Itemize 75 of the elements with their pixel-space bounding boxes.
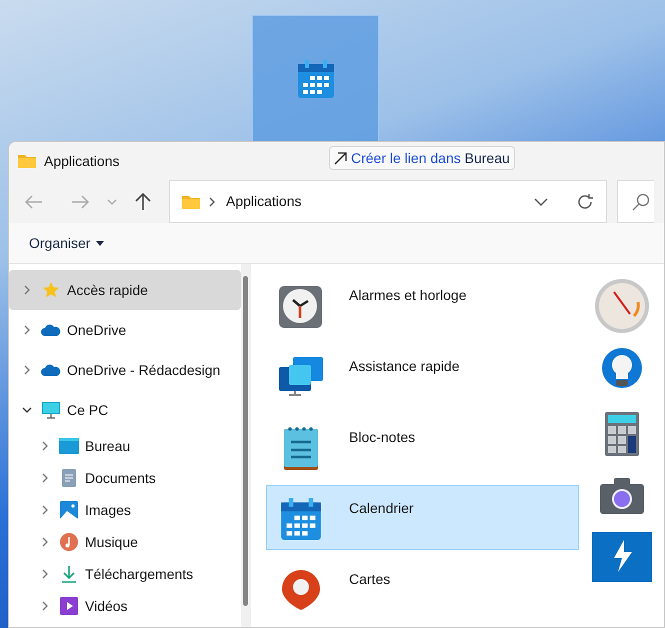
sidebar-item[interactable]: OneDrive	[9, 310, 241, 350]
download-icon	[61, 565, 77, 583]
scrollbar-thumb[interactable]	[243, 276, 248, 606]
folder-icon	[182, 194, 200, 209]
sidebar-item[interactable]: Documents	[9, 462, 241, 494]
sidebar-item[interactable]: Vidéos	[9, 590, 241, 622]
sidebar-item[interactable]: Musique	[9, 526, 241, 558]
calendar-icon	[298, 60, 334, 98]
sidebar-item[interactable]: Téléchargements	[9, 558, 241, 590]
alarm-clock-icon	[279, 284, 323, 328]
monitor-icon	[42, 402, 60, 418]
cloud-icon	[41, 324, 61, 336]
sidebar-label: Accès rapide	[67, 280, 148, 300]
app-name: Cartes	[349, 570, 390, 589]
search-field[interactable]	[617, 180, 654, 224]
sidebar-label: Images	[85, 500, 131, 520]
refresh-icon[interactable]	[576, 192, 594, 211]
app-tile[interactable]: Bloc-notes	[266, 414, 579, 479]
chevron-down-icon[interactable]	[534, 198, 548, 206]
app-tile[interactable]: Calendrier	[266, 485, 579, 550]
calendar-icon	[281, 498, 321, 540]
chevron-right-icon[interactable]	[42, 601, 48, 611]
chevron-right-icon	[209, 196, 215, 207]
sidebar-item[interactable]: Accès rapide	[9, 270, 241, 310]
gauge-icon	[594, 278, 650, 334]
app-name: Alarmes et horloge	[349, 286, 467, 305]
app-tile[interactable]: Assistance rapide	[266, 343, 579, 408]
video-icon	[60, 597, 78, 615]
app-tile[interactable]: Alarmes et horloge	[266, 272, 579, 337]
chevron-right-icon[interactable]	[24, 325, 30, 335]
sidebar-item[interactable]: OneDrive - Rédacdesign	[9, 350, 241, 390]
document-icon	[62, 469, 76, 487]
image-icon	[60, 501, 78, 519]
sidebar-label: Vidéos	[85, 596, 128, 616]
sidebar-label: Ce PC	[67, 400, 108, 420]
app-tile[interactable]: Cartes	[266, 556, 579, 621]
chevron-right-icon[interactable]	[42, 569, 48, 579]
chevron-right-icon[interactable]	[42, 441, 48, 451]
sidebar-label: OneDrive - Rédacdesign	[67, 360, 220, 380]
chevron-right-icon[interactable]	[42, 473, 48, 483]
window-title: Applications	[44, 152, 120, 171]
up-arrow-icon[interactable]	[135, 192, 151, 211]
sidebar-item[interactable]: Bureau	[9, 430, 241, 462]
address-bar[interactable]: Applications	[169, 180, 607, 224]
monitor-windows-icon	[279, 357, 323, 397]
desktop-folder-icon	[59, 438, 79, 454]
caret-down-icon	[96, 240, 104, 246]
search-icon	[632, 192, 650, 211]
diagonal-arrow-icon	[334, 152, 347, 164]
calculator-icon	[605, 412, 639, 456]
chevron-right-icon[interactable]	[42, 505, 48, 515]
sidebar-label: OneDrive	[67, 320, 126, 340]
camera-icon	[600, 478, 644, 514]
star-icon	[42, 281, 60, 299]
sidebar-item[interactable]: Images	[9, 494, 241, 526]
sidebar-label: Documents	[85, 468, 156, 488]
app-name: Bloc-notes	[349, 428, 416, 447]
app-name: Calendrier	[349, 499, 414, 518]
notepad-icon	[284, 426, 318, 470]
sidebar-label: Bureau	[85, 436, 130, 456]
chevron-down-icon[interactable]	[22, 407, 32, 413]
chevron-right-icon[interactable]	[24, 365, 30, 375]
address-path: Applications	[226, 192, 302, 212]
sidebar-label: Téléchargements	[85, 564, 194, 584]
map-pin-icon	[282, 570, 320, 610]
tooltip-text: Créer le lien dans Bureau	[351, 148, 510, 168]
sidebar-label: Musique	[85, 532, 138, 552]
sidebar-item[interactable]: Ce PC	[9, 390, 241, 430]
app-name: Assistance rapide	[349, 357, 460, 376]
chevron-right-icon[interactable]	[42, 537, 48, 547]
organise-menu-button[interactable]: Organiser	[29, 232, 104, 254]
music-note-icon	[60, 533, 78, 551]
cloud-icon	[41, 364, 61, 376]
folder-icon	[18, 154, 36, 168]
chevron-right-icon[interactable]	[24, 285, 30, 295]
